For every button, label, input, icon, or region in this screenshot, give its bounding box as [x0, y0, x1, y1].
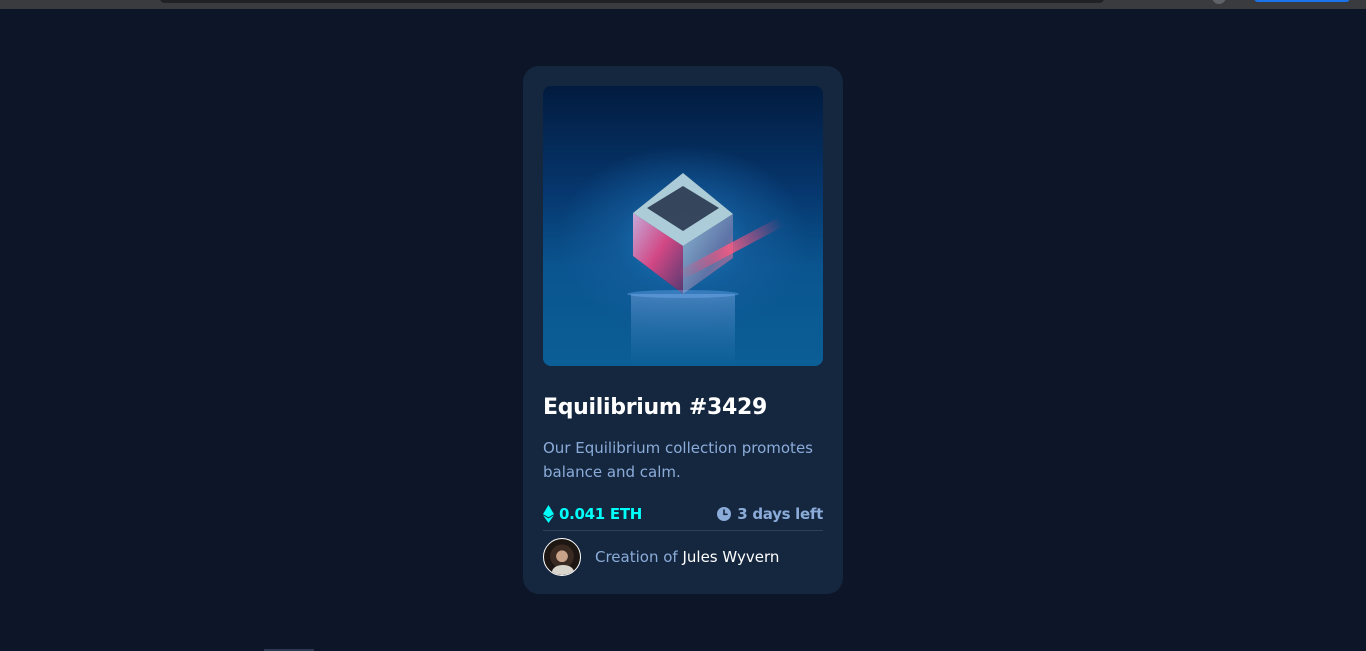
ethereum-icon: [543, 505, 554, 523]
creator-name[interactable]: Jules Wyvern: [682, 548, 779, 566]
time-left: 3 days left: [717, 505, 823, 523]
browser-action-button[interactable]: [1254, 0, 1350, 2]
creator-prefix: Creation of: [595, 548, 678, 566]
nft-image[interactable]: [543, 86, 823, 366]
clock-icon: [717, 507, 732, 521]
time-left-value: 3 days left: [737, 505, 823, 523]
nft-title[interactable]: Equilibrium #3429: [543, 394, 823, 422]
price-value: 0.041 ETH: [559, 505, 643, 523]
nft-description: Our Equilibrium collection promotes bala…: [543, 439, 813, 481]
nft-meta-row: 0.041 ETH 3 days left: [543, 502, 823, 526]
avatar: [543, 538, 581, 576]
profile-icon[interactable]: [1212, 0, 1226, 4]
nft-card: Equilibrium #3429 Our Equilibrium collec…: [523, 66, 843, 594]
creator-row: Creation of Jules Wyvern: [543, 537, 823, 577]
address-bar[interactable]: [160, 0, 1104, 3]
cube-illustration: [627, 173, 785, 366]
creator-text: Creation of Jules Wyvern: [595, 548, 779, 566]
browser-chrome-strip: [0, 0, 1366, 9]
divider: [543, 530, 823, 531]
price: 0.041 ETH: [543, 505, 642, 523]
